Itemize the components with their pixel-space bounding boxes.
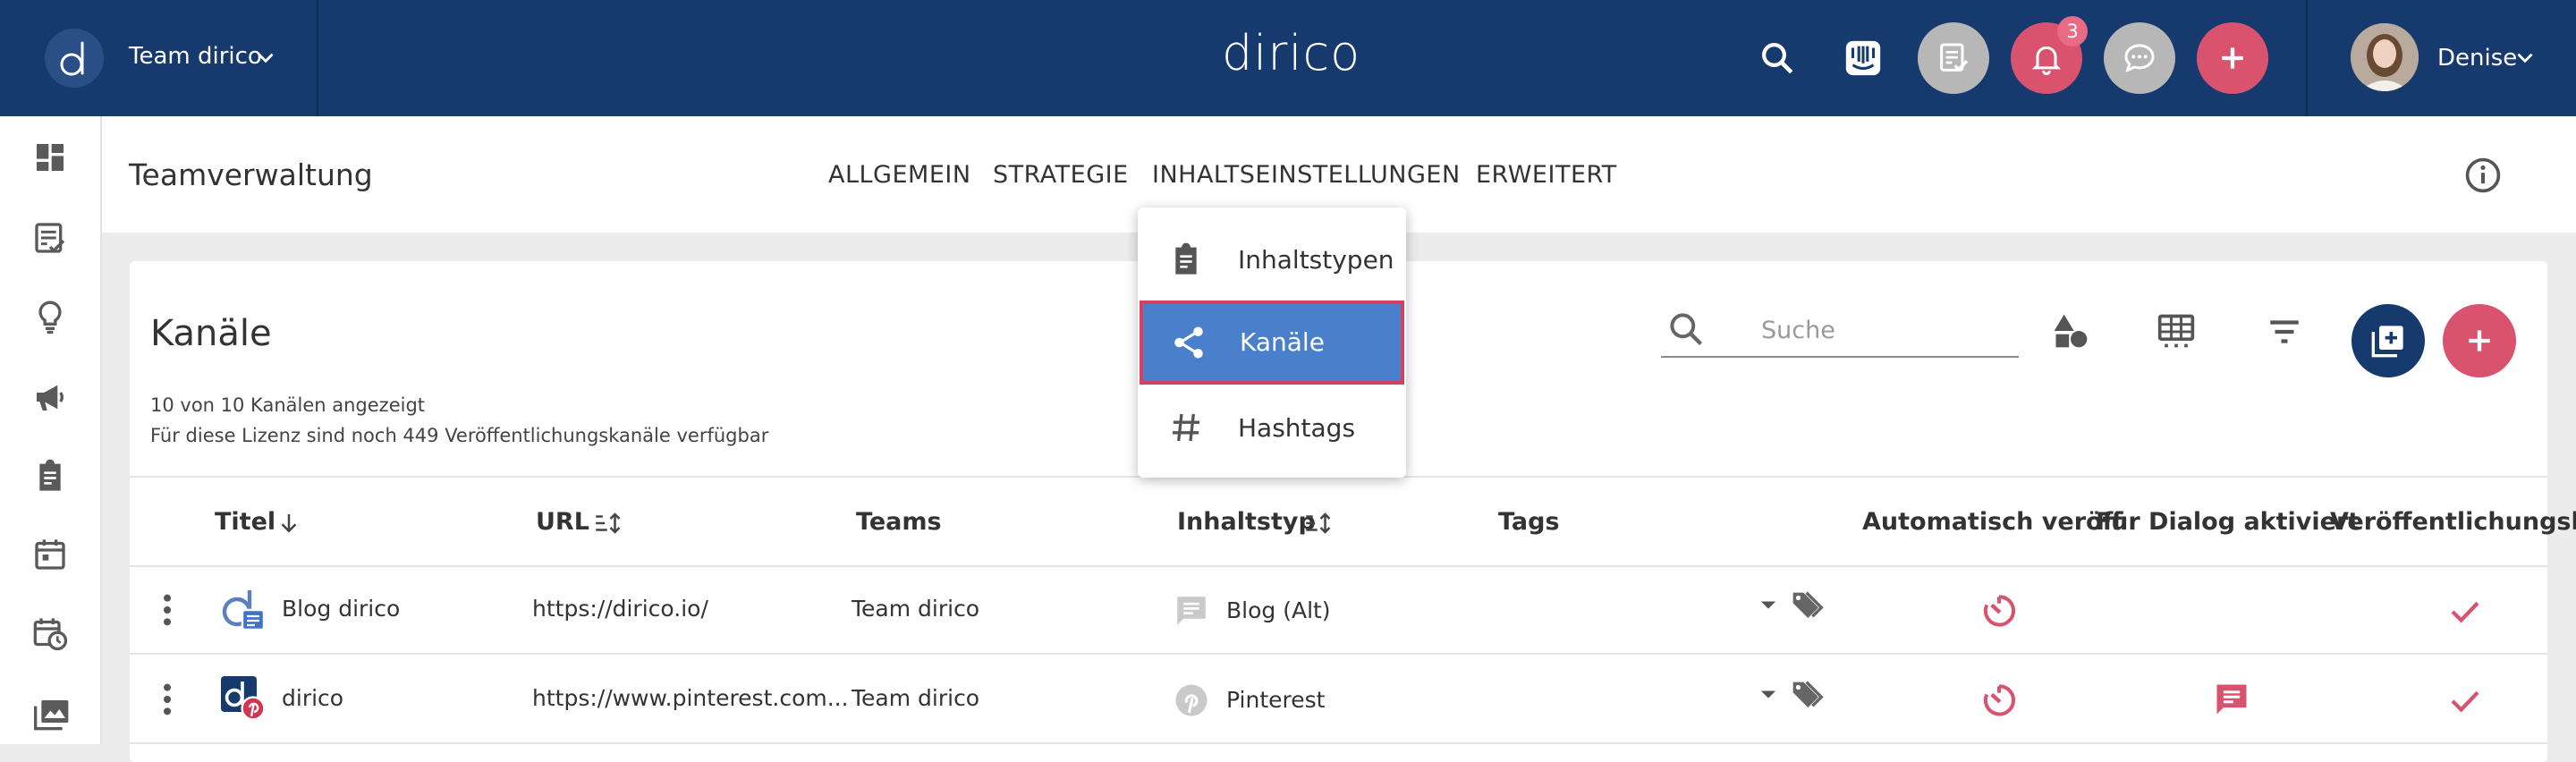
dialog-enabled-icon: [2216, 684, 2247, 715]
arrow-down-icon[interactable]: [275, 510, 302, 537]
sidebar: [0, 116, 102, 744]
content-settings-dropdown: Inhaltstypen Kanäle Hashtags: [1138, 207, 1406, 478]
menu-item-channels[interactable]: Kanäle: [1140, 301, 1404, 385]
brand-logo: dirico: [1222, 25, 1361, 81]
channel-url: https://dirico.io/: [532, 596, 708, 622]
caret-down-icon[interactable]: [1756, 592, 1781, 617]
sort-icon[interactable]: [593, 510, 623, 537]
menu-item-label: Inhaltstypen: [1238, 245, 1394, 275]
channel-count-text: 10 von 10 Kanälen angezeigt: [150, 394, 426, 416]
channel-content-type: Pinterest: [1226, 687, 1326, 713]
tasks-button[interactable]: [1918, 22, 1989, 94]
table-columns-icon[interactable]: [2157, 311, 2196, 351]
caret-down-icon[interactable]: [1756, 682, 1781, 707]
more-vert-icon[interactable]: [160, 682, 174, 717]
tab-strategie[interactable]: STRATEGIE: [993, 161, 1129, 189]
calendar-icon[interactable]: [32, 537, 68, 572]
add-multiple-button[interactable]: [2351, 304, 2425, 377]
column-header-content-type[interactable]: Inhaltstyp: [1177, 508, 1316, 536]
tags-icon[interactable]: [1790, 676, 1829, 712]
table-row[interactable]: Blog dirico https://dirico.io/ Team diri…: [130, 565, 2547, 655]
auto-publish-timer-icon: [1983, 595, 2016, 627]
column-header-tags[interactable]: Tags: [1498, 508, 1560, 536]
clipboard-icon: [1175, 242, 1197, 275]
blog-channel-icon: [222, 590, 266, 631]
channel-title: dirico: [282, 685, 344, 711]
channel-team: Team dirico: [852, 596, 980, 622]
table-row[interactable]: dirico https://www.pinterest.com... Team…: [130, 655, 2547, 744]
menu-item-label: Kanäle: [1240, 327, 1325, 357]
messages-button[interactable]: [2104, 22, 2175, 94]
chat-bubble-icon: [2124, 44, 2155, 72]
topbar-divider: [2306, 0, 2308, 116]
share-icon: [1174, 326, 1203, 359]
team-logo-icon[interactable]: [45, 29, 104, 88]
comment-icon: [1177, 597, 1206, 625]
menu-item-content-types[interactable]: Inhaltstypen: [1138, 218, 1406, 299]
notification-count-badge: 3: [2057, 16, 2088, 47]
image-library-icon[interactable]: [32, 696, 72, 732]
chevron-down-icon[interactable]: [254, 47, 277, 70]
add-channel-button[interactable]: [2443, 304, 2516, 377]
column-header-title[interactable]: Titel: [215, 508, 275, 536]
channel-team: Team dirico: [852, 685, 980, 711]
intercom-icon[interactable]: [1843, 38, 1884, 79]
menu-item-label: Hashtags: [1238, 413, 1356, 443]
bell-icon: [2031, 46, 2062, 75]
search-field[interactable]: [1661, 304, 2019, 358]
check-icon: [2451, 690, 2479, 713]
megaphone-icon[interactable]: [32, 379, 68, 415]
calendar-clock-icon[interactable]: [32, 615, 68, 651]
table-header: Titel URL Teams Inhaltstyp Tags Automati…: [130, 476, 2576, 567]
library-add-icon: [2371, 326, 2403, 358]
shapes-icon[interactable]: [2051, 311, 2090, 351]
info-icon[interactable]: [2463, 156, 2503, 195]
plus-icon: [2469, 330, 2490, 351]
task-list-icon: [1940, 43, 1969, 72]
auto-publish-timer-icon: [1983, 684, 2016, 716]
card-title: Kanäle: [150, 313, 272, 354]
search-icon[interactable]: [1758, 39, 1796, 77]
dashboard-icon[interactable]: [32, 140, 68, 175]
more-vert-icon[interactable]: [160, 592, 174, 628]
lightbulb-icon[interactable]: [32, 299, 68, 334]
team-switcher-label[interactable]: Team dirico: [129, 43, 262, 70]
channel-content-type: Blog (Alt): [1226, 597, 1331, 623]
page-title: Teamverwaltung: [129, 157, 373, 192]
tab-erweitert[interactable]: ERWEITERT: [1476, 161, 1617, 189]
topbar-divider: [317, 0, 318, 116]
license-info-text: Für diese Lizenz sind noch 449 Veröffent…: [150, 425, 769, 446]
tags-icon[interactable]: [1790, 587, 1829, 622]
hashtag-icon: [1173, 413, 1199, 442]
clipboard-icon[interactable]: [32, 458, 68, 494]
column-header-url[interactable]: URL: [536, 508, 589, 536]
menu-item-hashtags[interactable]: Hashtags: [1138, 386, 1406, 467]
tab-inhaltseinstellungen[interactable]: INHALTSEINSTELLUNGEN: [1152, 161, 1461, 189]
top-bar: Team dirico dirico 3 Denise: [0, 0, 2576, 116]
task-list-icon[interactable]: [32, 220, 68, 256]
sort-icon[interactable]: [1303, 510, 1334, 537]
plus-icon: [2222, 47, 2243, 69]
user-name[interactable]: Denise: [2437, 45, 2517, 72]
column-header-auto-publish[interactable]: Automatisch veröff: [1862, 508, 2122, 536]
search-icon: [1670, 313, 1703, 346]
pinterest-icon: [1175, 684, 1208, 716]
pinterest-channel-icon: [221, 676, 266, 721]
channel-url: https://www.pinterest.com...: [532, 685, 849, 711]
column-header-dialog[interactable]: Für Dialog aktiviert: [2096, 508, 2360, 536]
tab-allgemein[interactable]: ALLGEMEIN: [828, 161, 971, 189]
search-input[interactable]: [1759, 313, 2013, 347]
avatar[interactable]: [2351, 23, 2419, 91]
check-icon: [2451, 601, 2479, 623]
filter-icon[interactable]: [2266, 313, 2303, 351]
column-header-publishing[interactable]: Veröffentlichungsk: [2330, 508, 2576, 536]
channel-title: Blog dirico: [282, 596, 401, 622]
chevron-down-icon[interactable]: [2513, 47, 2537, 70]
column-header-teams[interactable]: Teams: [856, 508, 942, 536]
create-button[interactable]: [2197, 22, 2268, 94]
